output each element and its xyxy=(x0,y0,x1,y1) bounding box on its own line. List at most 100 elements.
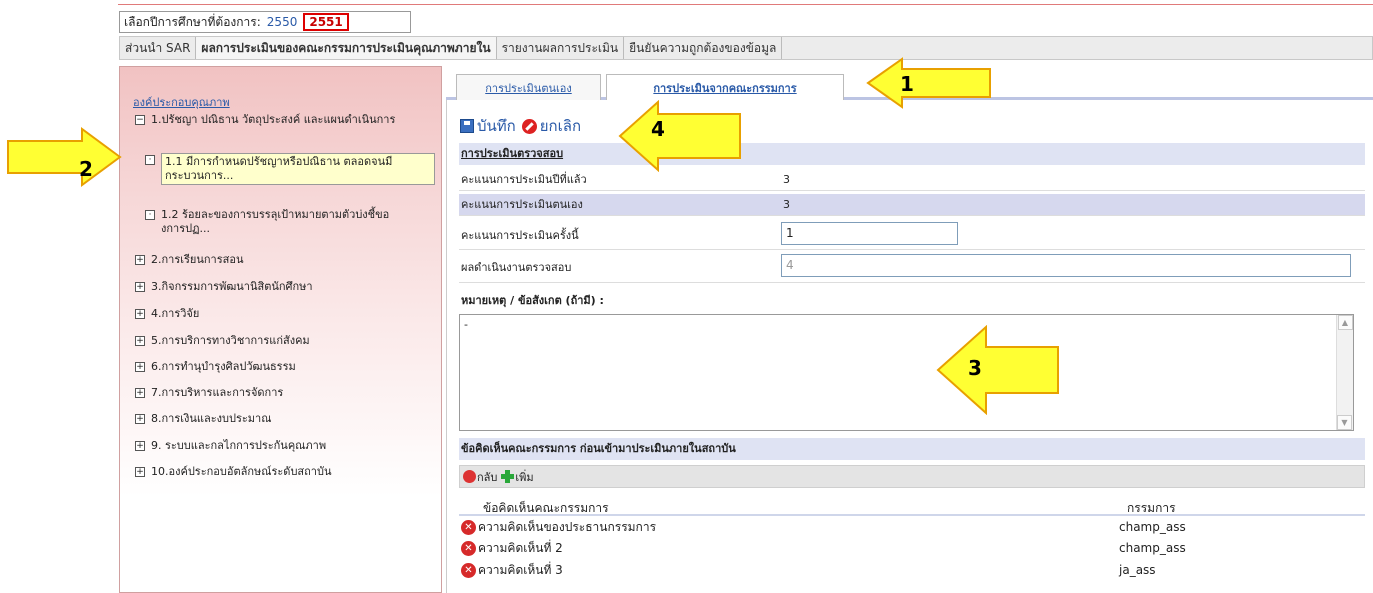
column-header-comment: ข้อคิดเห็นคณะกรรมการ xyxy=(483,501,609,515)
menu-item-sar[interactable]: ส่วนนำ SAR xyxy=(120,37,197,59)
tree-node-label[interactable]: 4.การวิจัย xyxy=(151,307,199,321)
score-value: 3 xyxy=(783,173,790,186)
score-label: คะแนนการประเมินตนเอง xyxy=(461,198,583,211)
callout-number-4: 4 xyxy=(651,117,665,141)
delete-icon[interactable]: ✕ xyxy=(461,563,476,578)
callout-arrow-3 xyxy=(936,325,1059,415)
top-divider xyxy=(118,4,1373,5)
comments-toolbar: กลับ เพิ่ม xyxy=(459,465,1365,488)
result-score-input[interactable]: 4 xyxy=(781,254,1351,277)
expand-icon[interactable]: + xyxy=(135,467,145,477)
tree-node-1[interactable]: − 1.ปรัชญา ปณิธาน วัตถุประสงค์ และแผนดำเ… xyxy=(135,113,431,127)
leaf-icon: · xyxy=(145,155,155,165)
callout-arrow-2 xyxy=(7,127,122,187)
tree-node-label[interactable]: 10.องค์ประกอบอัตลักษณ์ระดับสถาบัน xyxy=(151,465,331,479)
callout-arrow-1 xyxy=(866,57,991,109)
comment-committee: champ_ass xyxy=(1119,520,1186,534)
delete-icon[interactable]: ✕ xyxy=(461,541,476,556)
year-option-2550[interactable]: 2550 xyxy=(267,15,298,29)
tree-node-1-2[interactable]: · 1.2 ร้อยละของการบรรลุเป้าหมายตามตัวบ่ง… xyxy=(145,208,435,236)
score-label: คะแนนการประเมินปีที่แล้ว xyxy=(461,173,587,186)
tree-node-label[interactable]: 6.การทำนุบำรุงศิลปวัฒนธรรม xyxy=(151,360,296,374)
expand-icon[interactable]: + xyxy=(135,336,145,346)
quality-component-tree: องค์ประกอบคุณภาพ − 1.ปรัชญา ปณิธาน วัตถุ… xyxy=(119,66,442,593)
tab-committee-assessment[interactable]: การประเมินจากคณะกรรมการ xyxy=(606,74,844,100)
tree-node-label[interactable]: 8.การเงินและงบประมาณ xyxy=(151,412,271,426)
score-label: คะแนนการประเมินครั้งนี้ xyxy=(461,229,579,242)
assessment-section-title: การประเมินตรวจสอบ xyxy=(459,143,1365,165)
add-button[interactable]: เพิ่ม xyxy=(515,468,533,486)
tree-node-label[interactable]: 1.2 ร้อยละของการบรรลุเป้าหมายตามตัวบ่งชี… xyxy=(161,208,435,236)
tree-node-label[interactable]: 7.การบริหารและการจัดการ xyxy=(151,386,283,400)
comment-row[interactable]: ✕ ความคิดเห็นที่ 2 champ_ass xyxy=(459,539,1365,558)
score-value: 3 xyxy=(783,198,790,211)
expand-icon[interactable]: + xyxy=(135,255,145,265)
comment-row[interactable]: ✕ ความคิดเห็นของประธานกรรมการ champ_ass xyxy=(459,518,1365,537)
cancel-icon[interactable] xyxy=(521,118,537,134)
save-icon[interactable] xyxy=(460,119,474,133)
scroll-up-icon[interactable]: ▲ xyxy=(1337,315,1353,330)
main-menu: ส่วนนำ SAR ผลการประเมินของคณะกรรมการประเ… xyxy=(119,36,1373,60)
comment-committee: ja_ass xyxy=(1119,563,1156,577)
cancel-button[interactable]: ยกเลิก xyxy=(540,114,581,138)
score-row-self: คะแนนการประเมินตนเอง 3 xyxy=(459,194,1365,216)
form-toolbar: บันทึก ยกเลิก xyxy=(460,114,581,138)
comment-text[interactable]: ความคิดเห็นของประธานกรรมการ xyxy=(478,518,656,537)
comments-section-title: ข้อคิดเห็นคณะกรรมการ ก่อนเข้ามาประเมินภา… xyxy=(459,438,1365,460)
tree-node-7[interactable]: + 7.การบริหารและการจัดการ xyxy=(135,386,283,400)
comments-table-header: ข้อคิดเห็นคณะกรรมการ กรรมการ xyxy=(459,498,1365,516)
collapse-icon[interactable]: − xyxy=(135,115,145,125)
tree-node-label[interactable]: 1.ปรัชญา ปณิธาน วัตถุประสงค์ และแผนดำเนิ… xyxy=(151,113,395,127)
tree-node-2[interactable]: + 2.การเรียนการสอน xyxy=(135,253,243,267)
callout-number-2: 2 xyxy=(79,157,93,181)
tree-node-label[interactable]: 3.กิจกรรมการพัฒนานิสิตนักศึกษา xyxy=(151,280,313,294)
notes-label: หมายเหตุ / ข้อสังเกต (ถ้ามี) : xyxy=(459,290,1365,312)
notes-scrollbar[interactable]: ▲ ▼ xyxy=(1336,315,1353,430)
comment-committee: champ_ass xyxy=(1119,541,1186,555)
comment-text[interactable]: ความคิดเห็นที่ 2 xyxy=(478,539,563,558)
expand-icon[interactable]: + xyxy=(135,388,145,398)
tree-node-label[interactable]: 9. ระบบและกลไกการประกันคุณภาพ xyxy=(151,439,326,453)
menu-item-report[interactable]: รายงานผลการประเมิน xyxy=(497,37,625,59)
back-button[interactable]: กลับ xyxy=(477,468,497,486)
expand-icon[interactable]: + xyxy=(135,414,145,424)
delete-icon[interactable]: ✕ xyxy=(461,520,476,535)
tree-node-5[interactable]: + 5.การบริการทางวิชาการแก่สังคม xyxy=(135,334,310,348)
column-header-committee: กรรมการ xyxy=(1127,501,1176,515)
tree-node-9[interactable]: + 9. ระบบและกลไกการประกันคุณภาพ xyxy=(135,439,326,453)
save-button[interactable]: บันทึก xyxy=(477,114,516,138)
scroll-down-icon[interactable]: ▼ xyxy=(1337,415,1352,430)
callout-number-1: 1 xyxy=(900,72,914,96)
expand-icon[interactable]: + xyxy=(135,441,145,451)
score-label: ผลดำเนินงานตรวจสอบ xyxy=(461,261,572,274)
expand-icon[interactable]: + xyxy=(135,282,145,292)
tree-node-label[interactable]: 5.การบริการทางวิชาการแก่สังคม xyxy=(151,334,310,348)
menu-item-confirm[interactable]: ยืนยันความถูกต้องของข้อมูล xyxy=(624,37,783,59)
notes-textarea[interactable]: - ▲ ▼ xyxy=(459,314,1354,431)
add-icon[interactable] xyxy=(501,470,515,483)
expand-icon[interactable]: + xyxy=(135,362,145,372)
year-option-2551[interactable]: 2551 xyxy=(303,13,349,31)
tab-self-assessment[interactable]: การประเมินตนเอง xyxy=(456,74,601,100)
leaf-icon: · xyxy=(145,210,155,220)
score-row-last-year: คะแนนการประเมินปีที่แล้ว 3 xyxy=(459,169,1365,191)
callout-number-3: 3 xyxy=(968,356,982,380)
tree-header[interactable]: องค์ประกอบคุณภาพ xyxy=(133,93,230,111)
tree-node-1-1[interactable]: · 1.1 มีการกำหนดปรัชญาหรือปณิธาน ตลอดจนม… xyxy=(145,153,435,185)
tree-node-10[interactable]: + 10.องค์ประกอบอัตลักษณ์ระดับสถาบัน xyxy=(135,465,331,479)
comment-text[interactable]: ความคิดเห็นที่ 3 xyxy=(478,561,563,580)
tree-node-label[interactable]: 1.1 มีการกำหนดปรัชญาหรือปณิธาน ตลอดจนมีก… xyxy=(161,153,435,185)
current-score-input[interactable]: 1 xyxy=(781,222,958,245)
callout-arrow-4 xyxy=(618,100,741,172)
tree-node-3[interactable]: + 3.กิจกรรมการพัฒนานิสิตนักศึกษา xyxy=(135,280,313,294)
tree-node-label[interactable]: 2.การเรียนการสอน xyxy=(151,253,243,267)
tree-node-6[interactable]: + 6.การทำนุบำรุงศิลปวัฒนธรรม xyxy=(135,360,296,374)
tree-node-4[interactable]: + 4.การวิจัย xyxy=(135,307,199,321)
expand-icon[interactable]: + xyxy=(135,309,145,319)
comment-row[interactable]: ✕ ความคิดเห็นที่ 3 ja_ass xyxy=(459,561,1365,580)
menu-item-committee-results[interactable]: ผลการประเมินของคณะกรรมการประเมินคุณภาพภา… xyxy=(196,37,497,59)
year-selector-label: เลือกปีการศึกษาที่ต้องการ: xyxy=(124,14,261,29)
tree-node-8[interactable]: + 8.การเงินและงบประมาณ xyxy=(135,412,271,426)
back-icon[interactable] xyxy=(463,470,476,483)
notes-value: - xyxy=(464,318,468,331)
